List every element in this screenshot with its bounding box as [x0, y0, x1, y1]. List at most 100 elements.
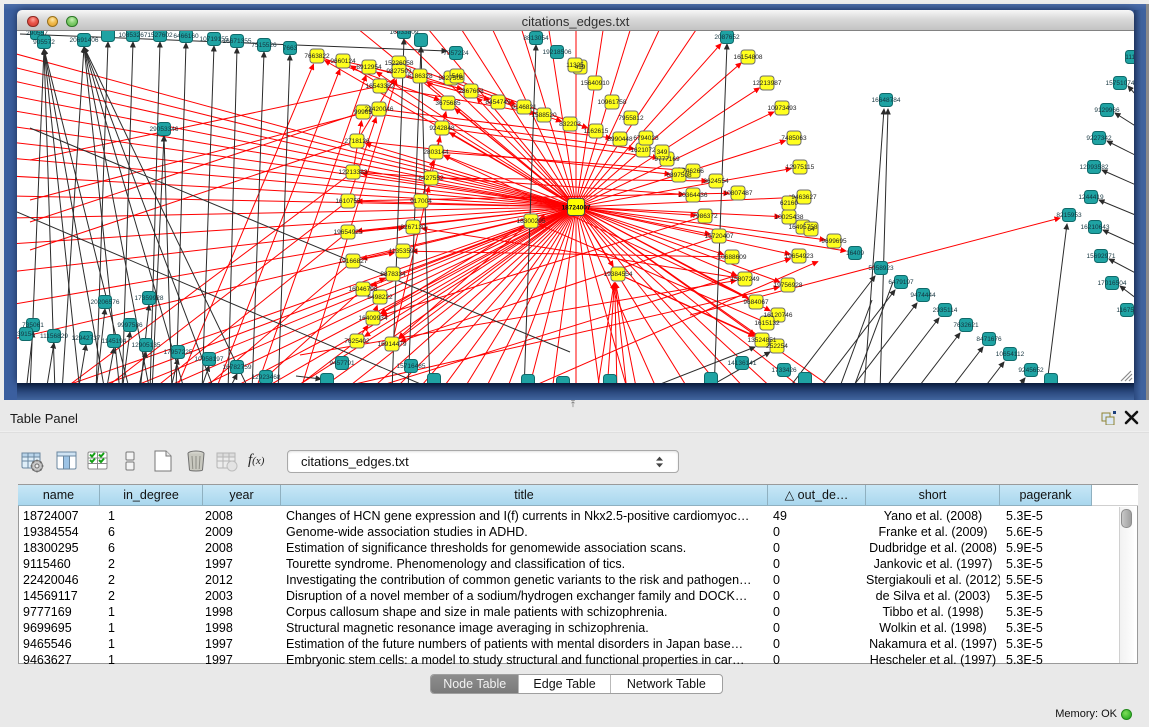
svg-text:18300295: 18300295: [517, 218, 546, 225]
svg-text:17016504: 17016504: [1098, 280, 1127, 287]
svg-text:10853267: 10853267: [119, 32, 148, 39]
svg-text:20364436: 20364436: [679, 192, 708, 199]
svg-text:19218506: 19218506: [543, 49, 572, 56]
svg-text:905572: 905572: [33, 39, 55, 46]
svg-text:6479197: 6479197: [888, 279, 914, 286]
svg-text:8215953: 8215953: [1056, 212, 1082, 219]
svg-text:29053346: 29053346: [150, 126, 179, 133]
svg-text:6498222: 6498222: [367, 294, 393, 301]
svg-text:12942737: 12942737: [72, 335, 101, 342]
svg-text:16210643: 16210643: [1081, 224, 1110, 231]
svg-text:9777169: 9777169: [654, 156, 680, 163]
svg-text:6897508: 6897508: [666, 172, 692, 179]
svg-text:832203: 832203: [559, 121, 581, 128]
svg-text:7632621: 7632621: [953, 322, 979, 329]
svg-text:116753: 116753: [1116, 307, 1134, 314]
svg-text:8912954: 8912954: [356, 64, 382, 71]
svg-text:99965: 99965: [354, 109, 372, 116]
svg-text:12975115: 12975115: [786, 164, 815, 171]
svg-text:15751074: 15751074: [1106, 80, 1134, 87]
svg-text:735061: 735061: [22, 322, 44, 329]
svg-text:20206576: 20206576: [91, 299, 120, 306]
svg-text:8267130: 8267130: [400, 224, 426, 231]
svg-text:7663: 7663: [283, 45, 298, 52]
svg-text:2087652: 2087652: [714, 34, 740, 41]
svg-text:1621072: 1621072: [630, 147, 656, 154]
svg-text:16409934: 16409934: [359, 315, 388, 322]
svg-text:12213987: 12213987: [753, 80, 782, 87]
svg-text:10961758: 10961758: [598, 99, 627, 106]
svg-text:8427552: 8427552: [418, 175, 444, 182]
svg-text:17957225: 17957225: [164, 349, 193, 356]
svg-text:6794028: 6794028: [633, 135, 659, 142]
svg-text:546: 546: [452, 73, 463, 80]
svg-text:6466160: 6466160: [173, 33, 199, 40]
svg-text:11353594: 11353594: [389, 248, 418, 255]
svg-text:19384554: 19384554: [604, 271, 633, 278]
svg-text:15720407: 15720407: [705, 233, 734, 240]
svg-text:10654112: 10654112: [996, 351, 1025, 358]
svg-text:1162615: 1162615: [584, 128, 609, 135]
svg-text:1145194: 1145194: [102, 338, 127, 345]
svg-text:12093582: 12093582: [1080, 164, 1109, 171]
svg-text:2935114: 2935114: [933, 307, 958, 314]
svg-text:1527602: 1527602: [147, 32, 173, 39]
svg-text:1615132: 1615132: [754, 320, 780, 327]
svg-text:15226058: 15226058: [385, 60, 414, 67]
svg-text:1610755: 1610755: [335, 198, 361, 205]
svg-text:2718126: 2718126: [344, 138, 370, 145]
svg-text:9146821: 9146821: [511, 104, 537, 111]
svg-text:9457791: 9457791: [329, 360, 355, 367]
svg-text:16543382: 16543382: [366, 83, 395, 90]
svg-text:8990448: 8990448: [607, 136, 633, 143]
svg-text:7955812: 7955812: [618, 115, 644, 122]
svg-text:64: 64: [807, 226, 815, 233]
svg-text:15716485: 15716485: [397, 363, 426, 370]
svg-text:10807487: 10807487: [724, 190, 753, 197]
svg-text:19654923: 19654923: [785, 253, 814, 260]
svg-text:16648784: 16648784: [872, 97, 901, 104]
svg-text:917004: 917004: [410, 198, 432, 205]
svg-text:7663822: 7663822: [304, 53, 330, 60]
svg-text:16782759: 16782759: [223, 364, 252, 371]
svg-text:1117: 1117: [1125, 54, 1134, 61]
svg-text:9242848: 9242848: [429, 125, 455, 132]
svg-text:15807249: 15807249: [731, 276, 760, 283]
svg-text:39154: 39154: [17, 331, 35, 338]
svg-text:16154808: 16154808: [734, 54, 763, 61]
svg-text:16409: 16409: [846, 250, 864, 257]
svg-text:8454749: 8454749: [485, 99, 511, 106]
svg-text:14136141: 14136141: [728, 360, 757, 367]
svg-text:16046798: 16046798: [349, 286, 378, 293]
svg-text:2803144: 2803144: [423, 149, 449, 156]
svg-text:20691406: 20691406: [70, 37, 99, 44]
svg-text:9129966: 9129966: [1094, 107, 1120, 114]
svg-text:349: 349: [657, 149, 668, 156]
svg-text:12923468: 12923468: [252, 374, 281, 381]
svg-text:16914479: 16914479: [378, 341, 407, 348]
svg-text:10688609: 10688609: [718, 254, 747, 261]
svg-text:8813054: 8813054: [523, 35, 549, 42]
svg-text:19756928: 19756928: [774, 282, 803, 289]
svg-text:18724007: 18724007: [562, 205, 591, 212]
svg-text:3675685: 3675685: [435, 100, 461, 107]
svg-text:19166827: 19166827: [339, 258, 368, 265]
svg-text:7986372: 7986372: [692, 213, 718, 220]
svg-text:9227342: 9227342: [1086, 135, 1112, 142]
svg-text:9660124: 9660124: [330, 58, 356, 65]
svg-text:10973493: 10973493: [768, 105, 797, 112]
svg-text:62160: 62160: [780, 200, 798, 207]
svg-text:17359928: 17359928: [135, 295, 164, 302]
svg-text:9245652: 9245652: [1018, 367, 1044, 374]
svg-text:2867608: 2867608: [458, 88, 484, 95]
svg-text:15692971: 15692971: [1087, 253, 1116, 260]
svg-text:9699695: 9699695: [821, 238, 847, 245]
svg-text:290557: 290557: [26, 31, 48, 37]
svg-text:8471676: 8471676: [976, 336, 1002, 343]
svg-text:12213383: 12213383: [339, 169, 368, 176]
svg-text:10958197: 10958197: [195, 356, 224, 363]
svg-text:252254: 252254: [766, 343, 788, 350]
svg-text:16120746: 16120746: [764, 312, 793, 319]
svg-text:9474444: 9474444: [910, 292, 936, 299]
svg-text:16671355: 16671355: [223, 38, 252, 45]
